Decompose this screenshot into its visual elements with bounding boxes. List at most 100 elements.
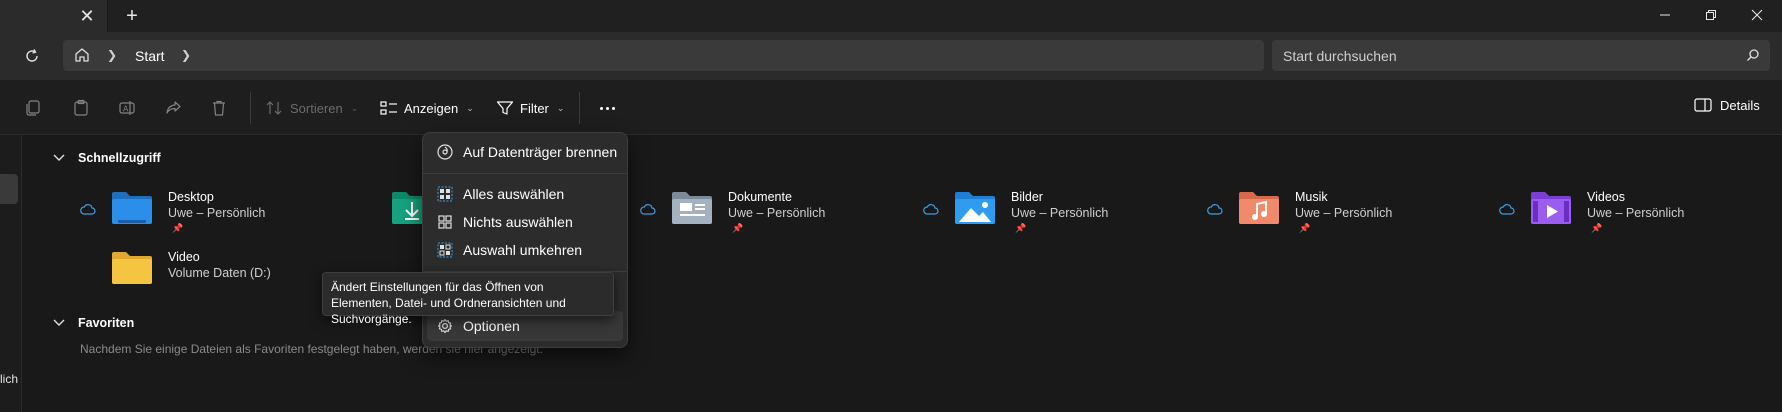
item-location: Uwe – Persönlich xyxy=(1587,206,1685,220)
filter-button[interactable]: Filter ⌄ xyxy=(496,97,564,119)
quick-access-item-pictures[interactable]: Bilder Uwe – Persönlich 📌 xyxy=(923,188,1193,238)
navigation-pane: lich xyxy=(0,135,22,412)
invert-selection-icon xyxy=(437,242,453,258)
item-location: Uwe – Persönlich xyxy=(1295,206,1393,220)
folder-icon xyxy=(112,252,152,284)
share-icon[interactable] xyxy=(162,97,184,119)
restore-button[interactable] xyxy=(1688,0,1734,30)
quick-access-title: Schnellzugriff xyxy=(78,151,161,165)
more-icon-dot xyxy=(611,106,615,110)
item-location: Uwe – Persönlich xyxy=(168,206,266,220)
menu-item-label: Optionen xyxy=(463,318,520,334)
breadcrumb-chevron-icon[interactable]: ❯ xyxy=(107,48,117,62)
item-name: Bilder xyxy=(1011,190,1043,204)
more-icon xyxy=(599,106,603,110)
rename-icon[interactable]: A xyxy=(116,97,138,119)
toolbar-divider xyxy=(579,92,580,124)
details-button[interactable]: Details xyxy=(1694,97,1760,113)
gear-icon xyxy=(437,318,453,334)
more-icon-dot xyxy=(605,106,609,110)
chevron-down-icon: ⌄ xyxy=(466,102,474,113)
quick-access-header[interactable]: Schnellzugriff xyxy=(52,151,161,165)
details-pane-icon xyxy=(1694,98,1712,112)
chevron-down-icon: ⌄ xyxy=(556,102,565,113)
pictures-folder-icon xyxy=(955,192,995,224)
delete-icon[interactable] xyxy=(208,97,230,119)
chevron-down-icon: ⌄ xyxy=(350,102,359,113)
address-row: ❯ Start ❯ Start durchsuchen xyxy=(0,32,1782,80)
search-input[interactable]: Start durchsuchen xyxy=(1272,40,1770,71)
copy-icon[interactable] xyxy=(22,97,44,119)
close-icon xyxy=(1751,9,1763,21)
address-bar[interactable]: ❯ Start ❯ xyxy=(63,40,1264,71)
menu-item-label: Alles auswählen xyxy=(463,186,565,202)
menu-item-label: Auswahl umkehren xyxy=(463,242,583,258)
filter-label: Filter xyxy=(520,100,549,116)
filter-icon xyxy=(496,101,514,115)
cloud-icon xyxy=(640,204,656,215)
breadcrumb-start[interactable]: Start xyxy=(135,48,165,64)
search-icon[interactable] xyxy=(1746,48,1760,65)
title-bar: ✕ + xyxy=(0,0,1782,32)
home-icon[interactable] xyxy=(73,46,91,67)
item-location: Uwe – Persönlich xyxy=(1011,206,1109,220)
favorites-header[interactable]: Favoriten xyxy=(52,316,134,330)
item-name: Videos xyxy=(1587,190,1625,204)
burn-disc-icon xyxy=(437,144,453,160)
item-location: Volume Daten (D:) xyxy=(168,266,271,280)
chevron-down-icon xyxy=(53,154,65,161)
breadcrumb-chevron-icon[interactable]: ❯ xyxy=(181,48,191,62)
refresh-button[interactable] xyxy=(20,44,44,68)
select-none-icon xyxy=(438,215,452,229)
select-all-icon xyxy=(437,186,453,202)
cloud-icon xyxy=(923,204,939,215)
search-placeholder: Start durchsuchen xyxy=(1283,48,1397,64)
music-folder-icon xyxy=(1239,192,1279,224)
videos-folder-icon xyxy=(1531,192,1571,224)
item-location: Uwe – Persönlich xyxy=(728,206,826,220)
menu-item-burn-disc[interactable]: Auf Datenträger brennen xyxy=(427,137,623,167)
cloud-icon xyxy=(80,204,96,215)
item-name: Desktop xyxy=(168,190,214,204)
pin-icon: 📌 xyxy=(1299,223,1311,233)
svg-text:A: A xyxy=(123,105,129,114)
nav-selected-item[interactable] xyxy=(0,174,18,204)
nav-item-label[interactable]: lich xyxy=(0,372,18,386)
new-tab-button[interactable]: + xyxy=(121,5,143,27)
sort-icon xyxy=(266,101,282,115)
pin-icon: 📌 xyxy=(1591,223,1603,233)
tab-close-button[interactable]: ✕ xyxy=(76,6,98,26)
cloud-icon xyxy=(1499,204,1515,215)
sort-button[interactable]: Sortieren ⌄ xyxy=(266,97,358,119)
more-options-button[interactable] xyxy=(594,97,620,119)
item-name: Video xyxy=(168,250,200,264)
menu-item-select-none[interactable]: Nichts auswählen xyxy=(427,207,623,237)
pin-icon: 📌 xyxy=(732,223,744,233)
restore-icon xyxy=(1706,10,1716,20)
cloud-icon xyxy=(1207,204,1223,215)
minimize-button[interactable] xyxy=(1642,0,1688,30)
quick-access-item-documents[interactable]: Dokumente Uwe – Persönlich 📌 xyxy=(640,188,910,238)
options-tooltip: Ändert Einstellungen für das Öffnen von … xyxy=(322,272,614,326)
quick-access-item-video[interactable]: Video Volume Daten (D:) xyxy=(80,248,350,298)
view-icon xyxy=(380,101,397,115)
quick-access-item-music[interactable]: Musik Uwe – Persönlich 📌 xyxy=(1207,188,1477,238)
menu-item-label: Nichts auswählen xyxy=(463,214,573,230)
quick-access-item-desktop[interactable]: Desktop Uwe – Persönlich 📌 xyxy=(80,188,350,238)
documents-folder-icon xyxy=(672,192,712,224)
item-name: Musik xyxy=(1295,190,1328,204)
menu-item-select-all[interactable]: Alles auswählen xyxy=(427,179,623,209)
close-window-button[interactable] xyxy=(1734,0,1780,30)
quick-access-item-videos[interactable]: Videos Uwe – Persönlich 📌 xyxy=(1499,188,1769,238)
desktop-folder-icon xyxy=(112,192,152,224)
paste-icon[interactable] xyxy=(70,97,92,119)
menu-item-invert-selection[interactable]: Auswahl umkehren xyxy=(427,235,623,265)
view-button[interactable]: Anzeigen ⌄ xyxy=(380,97,474,119)
menu-item-label: Auf Datenträger brennen xyxy=(463,144,618,160)
favorites-title: Favoriten xyxy=(78,316,135,330)
sort-label: Sortieren xyxy=(290,100,343,116)
tab-start[interactable]: ✕ xyxy=(0,0,108,32)
command-bar: A Sortieren ⌄ Anzeigen ⌄ Filter ⌄ Detail… xyxy=(0,80,1782,135)
minimize-icon xyxy=(1660,14,1670,16)
toolbar-divider xyxy=(250,92,251,124)
